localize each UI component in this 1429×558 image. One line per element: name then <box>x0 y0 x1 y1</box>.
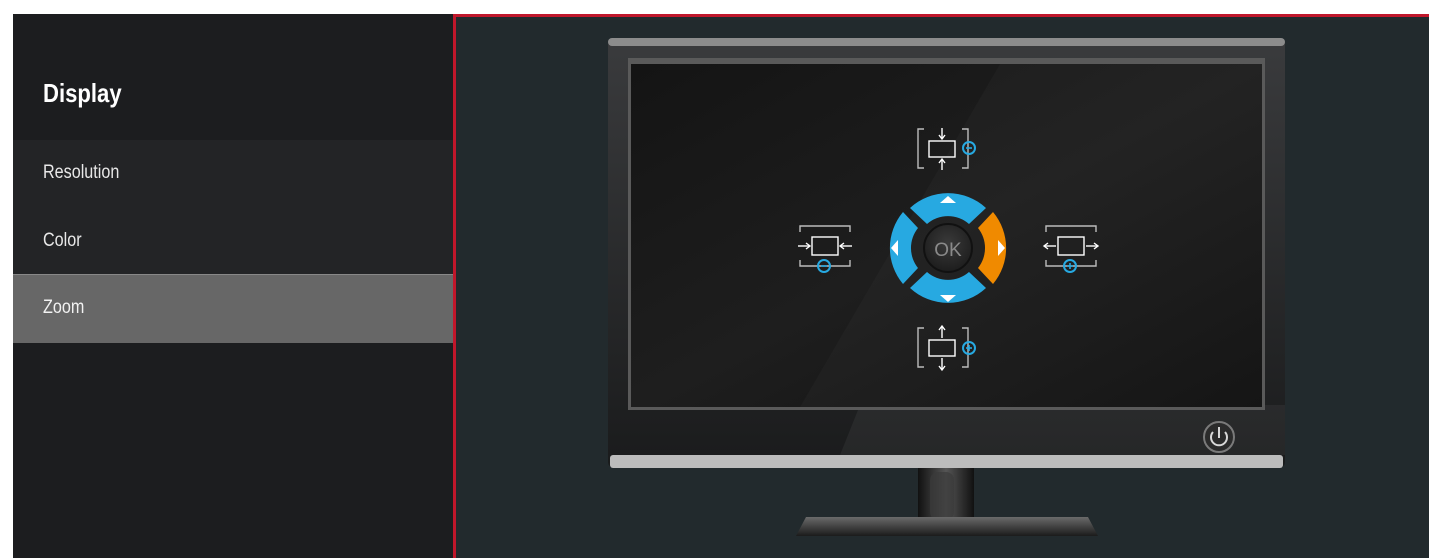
sidebar-item-label: Color <box>43 230 82 251</box>
sidebar-item-label: Resolution <box>43 162 120 183</box>
sidebar-item-resolution[interactable]: Resolution <box>13 140 453 208</box>
ok-label: OK <box>934 240 962 261</box>
monitor-illustration: OK <box>608 38 1285 536</box>
zoom-preview-panel: OK <box>453 14 1429 558</box>
sidebar-item-label: Zoom <box>43 297 85 318</box>
sidebar-item-color[interactable]: Color <box>13 208 453 276</box>
sidebar-header: Display <box>13 14 453 140</box>
sidebar-item-zoom[interactable]: Zoom <box>13 274 453 343</box>
page-title: Display <box>43 78 122 108</box>
monitor-base <box>796 517 1098 536</box>
display-settings-sidebar: Display Resolution Color Zoom <box>13 14 453 558</box>
